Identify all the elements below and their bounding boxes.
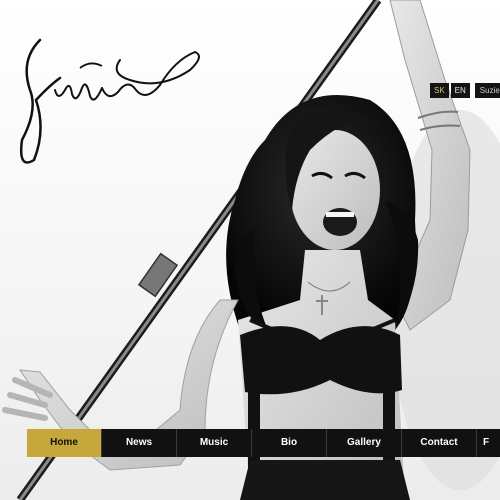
nav-item-gallery[interactable]: Gallery [327, 429, 402, 457]
lang-en-button[interactable]: EN [450, 83, 470, 98]
site-name-tag[interactable]: Suzie [474, 83, 500, 98]
language-switcher: SK EN Suzie [430, 83, 500, 98]
signature-logo[interactable] [10, 30, 210, 180]
lang-sk-button[interactable]: SK [430, 83, 449, 98]
nav-item-home[interactable]: Home [27, 429, 102, 457]
signature-logo-graphic [20, 38, 200, 164]
nav-item-music[interactable]: Music [177, 429, 252, 457]
nav-item-contact[interactable]: Contact [402, 429, 477, 457]
nav-item-bio[interactable]: Bio [252, 429, 327, 457]
nav-item-more[interactable]: F [477, 429, 495, 457]
nav-item-news[interactable]: News [102, 429, 177, 457]
main-nav: Home News Music Bio Gallery Contact F [27, 429, 500, 457]
